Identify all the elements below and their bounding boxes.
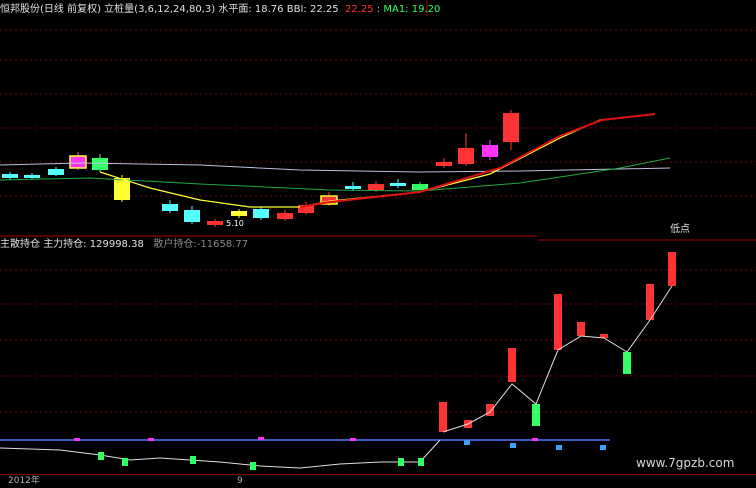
holding-bar-4 [532, 404, 540, 426]
blue-tick-1 [510, 443, 516, 448]
holding-bar-9 [646, 284, 654, 320]
retail-tick-2 [190, 456, 196, 464]
red-value: 22.25 [344, 4, 374, 15]
candle-body-3 [70, 156, 86, 168]
holding-title[interactable]: 主散持仓 [0, 239, 40, 250]
main-holding-value: 129998.38 [89, 239, 144, 250]
candle-body-6 [162, 204, 178, 211]
candle-body-4 [92, 158, 108, 170]
candle-body-20 [482, 145, 498, 157]
watermark: www.7gpzb.com [636, 456, 735, 470]
holding-header: 主散持仓 主力持仓: 129998.38 散户持仓:-11658.77 [0, 238, 248, 252]
bbi-value: 22.25 [309, 4, 339, 15]
candle-body-8 [207, 221, 223, 225]
candle-body-0 [2, 174, 18, 178]
candle-body-18 [436, 162, 452, 166]
retail-tick-1 [122, 458, 128, 466]
indicator-params: (3,6,12,24,80,3) [134, 4, 216, 15]
candle-body-17 [412, 184, 428, 190]
holding-bar-3 [508, 348, 516, 382]
holding-bar-10 [668, 252, 676, 286]
date-year-label: 2012年 [8, 476, 40, 486]
period-label[interactable]: (日线 前复权) [40, 4, 101, 15]
price-marker: 5.10 [226, 219, 244, 228]
candle-body-14 [345, 186, 361, 189]
ma1-value: 19.20 [411, 4, 441, 15]
retail-tick-3 [250, 462, 256, 470]
retail-line [0, 439, 441, 469]
holding-bar-0 [439, 402, 447, 432]
candle-body-11 [277, 213, 293, 219]
retail-tick-0 [98, 452, 104, 460]
candle-body-9 [231, 211, 247, 216]
candle-body-1 [24, 175, 40, 178]
date-axis: 2012年 9 [0, 474, 756, 488]
magenta-tick-0 [74, 438, 80, 441]
magenta-tick-1 [148, 438, 154, 441]
retail-tick-5 [418, 458, 424, 466]
low-point-label: 低点 [670, 224, 690, 235]
holding-bar-5 [554, 294, 562, 350]
candle-body-21 [503, 113, 519, 142]
level-label: 水平面: [218, 4, 252, 15]
blue-tick-0 [464, 440, 470, 445]
blue-tick-3 [600, 445, 606, 450]
blue-tick-2 [556, 445, 562, 450]
stock-name[interactable]: 恒邦股份 [0, 4, 40, 15]
candle-body-16 [390, 183, 406, 186]
ma1-label: MA1: [383, 4, 409, 15]
candle-body-7 [184, 210, 200, 222]
main-holding-label: 主力持仓: [43, 239, 87, 250]
retail-holding-label: 散户持仓: [153, 239, 197, 250]
bbi-label: BBI: [286, 4, 307, 15]
holding-bar-2 [486, 404, 494, 416]
candle-body-19 [458, 148, 474, 164]
magenta-tick-3 [350, 438, 356, 441]
holding-bar-6 [577, 322, 585, 336]
holding-bar-8 [623, 352, 631, 374]
candle-body-10 [253, 209, 269, 218]
candle-body-2 [48, 169, 64, 175]
indicator-header: 恒邦股份(日线 前复权) 立桩量(3,6,12,24,80,3) 水平面: 18… [0, 4, 441, 15]
level-value: 18.76 [254, 4, 284, 15]
retail-holding-value: -11658.77 [196, 239, 249, 250]
retail-tick-4 [398, 458, 404, 466]
indicator-name[interactable]: 立桩量 [104, 4, 134, 15]
magenta-tick-2 [258, 437, 264, 440]
magenta-tick-4 [532, 438, 538, 441]
date-month-label: 9 [237, 476, 243, 486]
candle-body-15 [368, 184, 384, 190]
